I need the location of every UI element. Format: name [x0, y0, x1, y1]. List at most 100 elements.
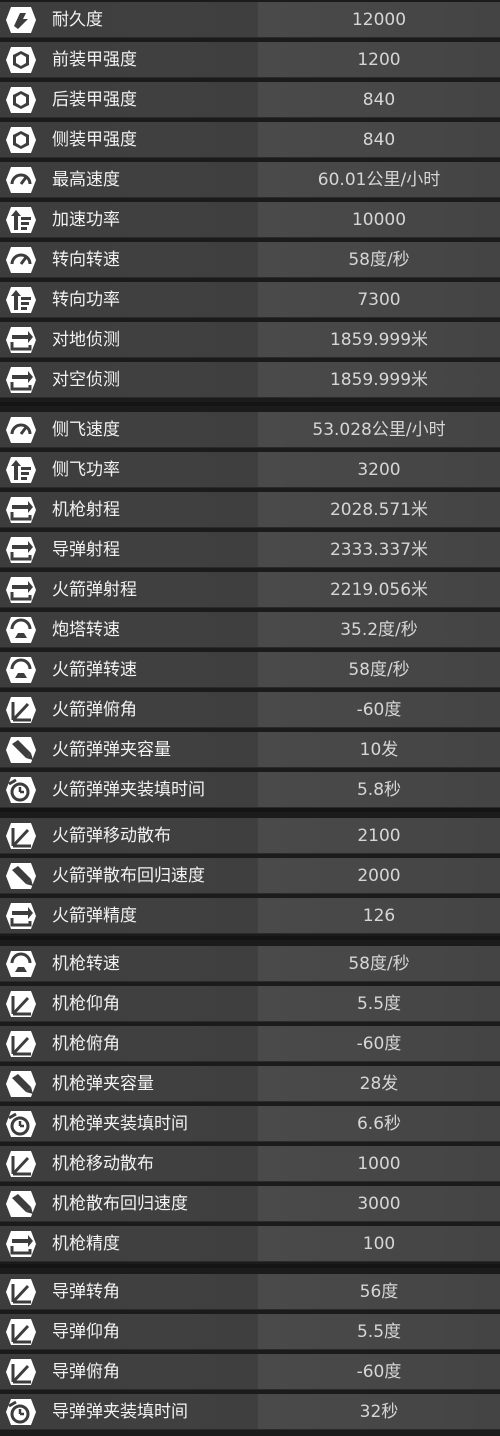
- range-icon: [4, 574, 38, 606]
- stat-row: 火箭弹精度 126: [0, 898, 500, 934]
- stat-value: 6.6秒: [356, 1114, 402, 1134]
- rotation-icon: [4, 654, 38, 686]
- stat-row: 对地侦测 1859.999米: [0, 322, 500, 358]
- stat-value: 1000: [357, 1154, 401, 1174]
- stat-label: 转向转速: [52, 250, 120, 270]
- stat-label: 转向功率: [52, 290, 120, 310]
- stat-label: 机枪转速: [52, 954, 120, 974]
- stat-row: 机枪移动散布 1000: [0, 1146, 500, 1182]
- stat-value: 35.2度/秒: [340, 620, 418, 640]
- power-icon: [4, 284, 38, 316]
- section-divider: [0, 808, 500, 812]
- stat-label: 机枪弹夹容量: [52, 1074, 154, 1094]
- stat-row: 机枪精度 100: [0, 1226, 500, 1262]
- stat-label: 对空侦测: [52, 370, 120, 390]
- ammo-icon: [4, 860, 38, 892]
- stat-row: 导弹转角 56度: [0, 1274, 500, 1310]
- stat-label: 机枪射程: [52, 500, 120, 520]
- section-divider: [0, 1264, 500, 1268]
- stat-label: 机枪仰角: [52, 994, 120, 1014]
- range-icon: [4, 534, 38, 566]
- stat-value: 1859.999米: [329, 330, 429, 350]
- stat-label: 对地侦测: [52, 330, 120, 350]
- stat-value: -60度: [356, 1034, 402, 1054]
- stat-value: -60度: [356, 1362, 402, 1382]
- angle-icon: [4, 1356, 38, 1388]
- stat-label: 炮塔转速: [52, 620, 120, 640]
- rotation-icon: [4, 614, 38, 646]
- stat-label: 侧飞功率: [52, 460, 120, 480]
- stat-value: 5.8秒: [356, 780, 402, 800]
- speedometer-icon: [4, 244, 38, 276]
- stat-row: 导弹弹夹装填时间 32秒: [0, 1394, 500, 1430]
- stat-label: 加速功率: [52, 210, 120, 230]
- angle-icon: [4, 1316, 38, 1348]
- reload-icon: [4, 774, 38, 806]
- stat-value: 3200: [357, 460, 401, 480]
- stat-label: 导弹俯角: [52, 1362, 120, 1382]
- stat-row: 侧飞速度 53.028公里/小时: [0, 412, 500, 448]
- stat-row: 导弹射程 2333.337米: [0, 532, 500, 568]
- stat-value: 1200: [357, 50, 401, 70]
- power-icon: [4, 204, 38, 236]
- stat-value: 5.5度: [356, 994, 402, 1014]
- stat-value: 840: [362, 130, 396, 150]
- angle-icon: [4, 1148, 38, 1180]
- stat-row: 机枪散布回归速度 3000: [0, 1186, 500, 1222]
- stat-value: 100: [362, 1234, 396, 1254]
- stat-label: 最高速度: [52, 170, 120, 190]
- stat-label: 机枪弹夹装填时间: [52, 1114, 188, 1134]
- stat-label: 火箭弹散布回归速度: [52, 866, 205, 886]
- stat-value: 1859.999米: [329, 370, 429, 390]
- stat-row: 机枪转速 58度/秒: [0, 946, 500, 982]
- stat-value: 58度/秒: [348, 250, 410, 270]
- stat-label: 耐久度: [52, 10, 103, 30]
- stat-row: 前装甲强度 1200: [0, 42, 500, 78]
- stat-value: 7300: [357, 290, 401, 310]
- stat-value: 2100: [357, 826, 401, 846]
- stat-value: 3000: [357, 1194, 401, 1214]
- range-icon: [4, 1228, 38, 1260]
- stat-row: 火箭弹转速 58度/秒: [0, 652, 500, 688]
- stat-value: 53.028公里/小时: [312, 420, 446, 440]
- stat-row: 火箭弹散布回归速度 2000: [0, 858, 500, 894]
- stat-label: 导弹射程: [52, 540, 120, 560]
- stat-row: 火箭弹弹夹容量 10发: [0, 732, 500, 768]
- stat-value: 2333.337米: [329, 540, 429, 560]
- stat-row: 后装甲强度 840: [0, 82, 500, 118]
- stat-value: 12000: [351, 10, 407, 30]
- stat-label: 机枪俯角: [52, 1034, 120, 1054]
- angle-icon: [4, 988, 38, 1020]
- stat-value: 5.5度: [356, 1322, 402, 1342]
- stat-row: 侧装甲强度 840: [0, 122, 500, 158]
- stat-row: 加速功率 10000: [0, 202, 500, 238]
- stat-label: 后装甲强度: [52, 90, 137, 110]
- stat-label: 火箭弹弹夹装填时间: [52, 780, 205, 800]
- stat-value: 126: [362, 906, 396, 926]
- stat-row: 导弹俯角 -60度: [0, 1354, 500, 1390]
- stats-list: 耐久度 12000 前装甲强度 1200 后装甲强度 840 侧装甲强度 840 最高速度 60.…: [0, 0, 500, 1436]
- stat-label: 机枪散布回归速度: [52, 1194, 188, 1214]
- stat-label: 火箭弹俯角: [52, 700, 137, 720]
- stat-row: 对空侦测 1859.999米: [0, 362, 500, 398]
- stat-label: 前装甲强度: [52, 50, 137, 70]
- stat-value: 60.01公里/小时: [317, 170, 441, 190]
- stat-row: 机枪仰角 5.5度: [0, 986, 500, 1022]
- stat-value: 2219.056米: [329, 580, 429, 600]
- stat-label: 侧飞速度: [52, 420, 120, 440]
- ammo-icon: [4, 1188, 38, 1220]
- stat-row: 转向转速 58度/秒: [0, 242, 500, 278]
- angle-icon: [4, 1276, 38, 1308]
- stat-row: 侧飞功率 3200: [0, 452, 500, 488]
- power-icon: [4, 454, 38, 486]
- stat-label: 导弹弹夹装填时间: [52, 1402, 188, 1422]
- stat-value: -60度: [356, 700, 402, 720]
- stat-row: 机枪弹夹容量 28发: [0, 1066, 500, 1102]
- stat-label: 火箭弹精度: [52, 906, 137, 926]
- angle-icon: [4, 820, 38, 852]
- stat-row: 机枪射程 2028.571米: [0, 492, 500, 528]
- ammo-icon: [4, 1068, 38, 1100]
- range-icon: [4, 494, 38, 526]
- range-icon: [4, 900, 38, 932]
- stat-label: 火箭弹移动散布: [52, 826, 171, 846]
